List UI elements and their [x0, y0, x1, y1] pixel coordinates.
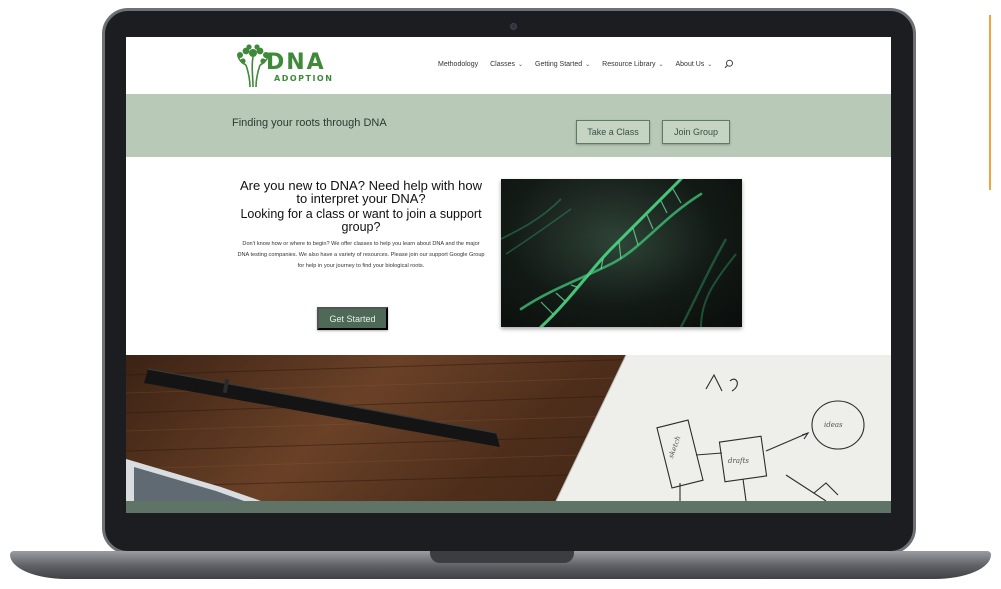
- intro-heading-1: Are you new to DNA? Need help with how t…: [239, 178, 483, 206]
- dna-helix-image: [500, 177, 742, 329]
- chevron-down-icon: ⌄: [658, 61, 664, 68]
- footer-bar: [126, 501, 891, 513]
- chevron-down-icon: ⌄: [707, 61, 713, 68]
- nav-label: Methodology: [438, 60, 479, 68]
- logo-wordmark: DNA: [266, 50, 326, 75]
- desk-photo: sketch drafts ideas: [126, 355, 891, 501]
- logo-subtitle: ADOPTION: [274, 74, 334, 83]
- tagline: Finding your roots through DNA: [232, 117, 387, 129]
- mockup-stage: DNA ADOPTION Methodology Classes ⌄ Getti…: [0, 0, 1001, 589]
- chevron-down-icon: ⌄: [585, 61, 591, 68]
- join-group-button[interactable]: Join Group: [662, 120, 730, 144]
- intro-text: Are you new to DNA? Need help with how t…: [236, 179, 486, 272]
- intro-section: Are you new to DNA? Need help with how t…: [126, 157, 891, 355]
- nav-item-classes[interactable]: Classes ⌄: [490, 61, 523, 68]
- laptop-notch: [430, 551, 574, 563]
- nav-label: Getting Started: [535, 60, 583, 68]
- nav-label: Resource Library: [602, 60, 656, 68]
- nav-item-resource-library[interactable]: Resource Library ⌄: [602, 61, 663, 68]
- main-nav: Methodology Classes ⌄ Getting Started ⌄ …: [438, 59, 734, 69]
- accent-line: [989, 15, 991, 190]
- intro-heading-2: Looking for a class or want to join a su…: [240, 207, 482, 234]
- nav-item-getting-started[interactable]: Getting Started ⌄: [535, 61, 590, 68]
- site-header: DNA ADOPTION Methodology Classes ⌄ Getti…: [126, 37, 891, 94]
- dna-helix-graphic: [500, 177, 742, 329]
- nav-item-methodology[interactable]: Methodology: [438, 61, 478, 68]
- nav-label: About Us: [675, 60, 705, 68]
- nav-label: Classes: [490, 60, 515, 68]
- svg-text:ideas: ideas: [824, 421, 843, 429]
- webcam: [511, 24, 516, 29]
- website-screen: DNA ADOPTION Methodology Classes ⌄ Getti…: [126, 37, 891, 513]
- hero-band: Finding your roots through DNA Take a Cl…: [126, 94, 891, 157]
- take-a-class-button[interactable]: Take a Class: [576, 120, 650, 144]
- nav-item-about-us[interactable]: About Us ⌄: [676, 61, 713, 68]
- search-icon[interactable]: [724, 59, 734, 69]
- svg-text:drafts: drafts: [728, 457, 749, 465]
- chevron-down-icon: ⌄: [518, 61, 524, 68]
- desk-photo-graphic: sketch drafts ideas: [126, 355, 891, 501]
- intro-body: Don't know how or where to begin? We off…: [237, 241, 485, 269]
- laptop-base: [10, 551, 991, 579]
- get-started-button[interactable]: Get Started: [317, 307, 388, 330]
